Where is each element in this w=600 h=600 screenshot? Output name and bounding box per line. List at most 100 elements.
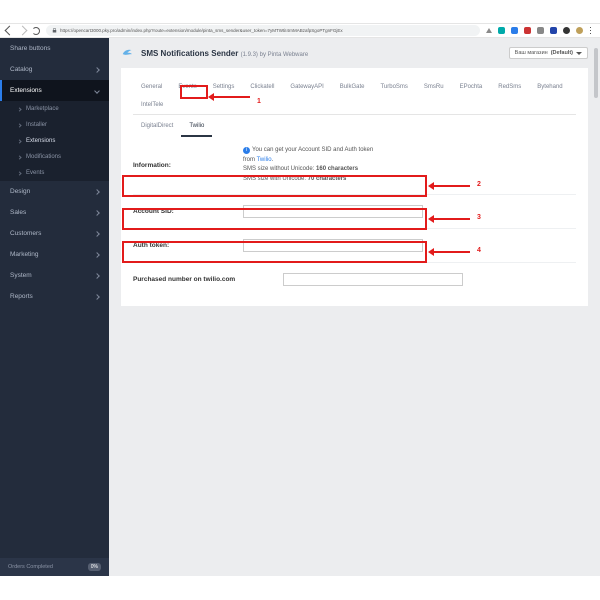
sidebar-item-label: Share buttons xyxy=(10,45,50,52)
information-value: iYou can get your Account SID and Auth t… xyxy=(243,146,576,184)
main-content: SMS Notifications Sender (1.9.3) by Pint… xyxy=(109,38,600,576)
sidebar-item-sales[interactable]: Sales xyxy=(0,202,109,223)
ext-icon-5[interactable] xyxy=(550,27,557,34)
kebab-menu-icon[interactable] xyxy=(589,26,592,35)
sub-label: Extensions xyxy=(26,138,55,144)
store-selector[interactable]: Ваш магазин (Default) xyxy=(509,47,588,59)
account-sid-input[interactable] xyxy=(243,205,423,218)
sidebar-item-customers[interactable]: Customers xyxy=(0,223,109,244)
info-line1c: . xyxy=(272,157,274,163)
chevron-right-icon xyxy=(17,171,21,175)
settings-card: General Events Settings Clickatell Gatew… xyxy=(121,68,588,306)
info-icon: i xyxy=(243,147,250,154)
tab-epochta[interactable]: EPochta xyxy=(452,78,491,96)
bookmark-star-icon[interactable] xyxy=(486,28,492,33)
forward-icon[interactable] xyxy=(18,26,28,36)
tab-redsms[interactable]: RedSms xyxy=(490,78,529,96)
title-text: SMS Notifications Sender xyxy=(141,49,238,58)
app-body: Share buttons Catalog Extensions Marketp… xyxy=(0,38,600,576)
tab-digitaldirect[interactable]: DigitalDirect xyxy=(133,117,181,136)
purchased-number-label: Purchased number on twilio.com xyxy=(133,276,283,283)
tabs-row-2: DigitalDirect Twilio xyxy=(133,117,576,136)
url-bar[interactable]: https://opencart3000.pky.pro/admin/index… xyxy=(46,25,480,36)
url-text: https://opencart3000.pky.pro/admin/index… xyxy=(60,28,343,33)
purchased-number-input[interactable] xyxy=(283,273,463,286)
tab-settings[interactable]: Settings xyxy=(205,78,243,96)
back-icon[interactable] xyxy=(5,26,15,36)
sidebar-item-label: Sales xyxy=(10,209,26,216)
sub-label: Marketplace xyxy=(26,106,59,112)
tab-turbosms[interactable]: TurboSms xyxy=(372,78,415,96)
chevron-right-icon xyxy=(94,273,100,279)
extension-icons xyxy=(486,26,600,35)
footer-label: Orders Completed xyxy=(8,564,53,570)
chevron-right-icon xyxy=(17,155,21,159)
tab-events[interactable]: Events xyxy=(170,78,204,96)
chevron-right-icon xyxy=(94,210,100,216)
row-account-sid: Account SID: xyxy=(133,195,576,229)
tab-inteltele[interactable]: IntelTele xyxy=(133,96,171,114)
sidebar-item-label: System xyxy=(10,272,32,279)
tab-smsru[interactable]: SmsRu xyxy=(416,78,452,96)
ext-icon-3[interactable] xyxy=(524,27,531,34)
tab-gatewayapi[interactable]: GatewayAPI xyxy=(282,78,331,96)
info-line1a: You can get your Account SID and Auth to… xyxy=(252,147,373,153)
page-header: SMS Notifications Sender (1.9.3) by Pint… xyxy=(121,46,588,60)
ext-icon-1[interactable] xyxy=(498,27,505,34)
page-title: SMS Notifications Sender (1.9.3) by Pint… xyxy=(141,49,308,58)
browser-chrome: https://opencart3000.pky.pro/admin/index… xyxy=(0,23,600,38)
subnav-marketplace[interactable]: Marketplace xyxy=(0,101,109,117)
ext-icon-6[interactable] xyxy=(563,27,570,34)
profile-avatar-icon[interactable] xyxy=(576,27,583,34)
vertical-scrollbar[interactable] xyxy=(594,48,598,98)
auth-token-input[interactable] xyxy=(243,239,423,252)
sub-label: Modifications xyxy=(26,154,61,160)
blank-region-bottom xyxy=(0,576,600,600)
chevron-down-icon xyxy=(94,88,100,94)
chevron-right-icon xyxy=(17,107,21,111)
lock-icon xyxy=(52,28,57,33)
sidebar-item-label: Reports xyxy=(10,293,33,300)
tab-bulkgate[interactable]: BulkGate xyxy=(332,78,373,96)
row-information: Information: iYou can get your Account S… xyxy=(133,136,576,195)
sidebar-item-extensions[interactable]: Extensions xyxy=(0,80,109,101)
tab-bytehand[interactable]: Bytehand xyxy=(529,78,570,96)
sub-label: Installer xyxy=(26,122,47,128)
tab-twilio[interactable]: Twilio xyxy=(181,117,212,137)
information-label: Information: xyxy=(133,162,243,169)
chevron-right-icon xyxy=(94,231,100,237)
chevron-right-icon xyxy=(94,294,100,300)
footer-badge: 0% xyxy=(88,563,101,571)
subnav-events[interactable]: Events xyxy=(0,165,109,181)
sidebar-item-share-buttons[interactable]: Share buttons xyxy=(0,38,109,59)
account-sid-label: Account SID: xyxy=(133,208,243,215)
tab-clickatell[interactable]: Clickatell xyxy=(242,78,282,96)
sidebar-item-label: Marketing xyxy=(10,251,39,258)
twilio-link[interactable]: Twilio xyxy=(257,157,272,163)
row-purchased-number: Purchased number on twilio.com xyxy=(133,263,576,296)
tabs-row-1: General Events Settings Clickatell Gatew… xyxy=(133,78,576,115)
info-line2b: 160 characters xyxy=(316,166,358,172)
sidebar-item-design[interactable]: Design xyxy=(0,181,109,202)
ext-icon-4[interactable] xyxy=(537,27,544,34)
sidebar-footer: Orders Completed 0% xyxy=(0,558,109,576)
reload-icon[interactable] xyxy=(32,27,40,35)
sidebar: Share buttons Catalog Extensions Marketp… xyxy=(0,38,109,576)
info-line3: SMS size with Unicode: xyxy=(243,176,308,182)
chevron-right-icon xyxy=(94,189,100,195)
sidebar-item-marketing[interactable]: Marketing xyxy=(0,244,109,265)
sidebar-subnav: Marketplace Installer Extensions Modific… xyxy=(0,101,109,181)
sidebar-item-catalog[interactable]: Catalog xyxy=(0,59,109,80)
chevron-right-icon xyxy=(94,252,100,258)
chevron-right-icon xyxy=(17,139,21,143)
sidebar-item-reports[interactable]: Reports xyxy=(0,286,109,307)
row-auth-token: Auth token: xyxy=(133,229,576,263)
ext-icon-2[interactable] xyxy=(511,27,518,34)
sidebar-item-label: Design xyxy=(10,188,30,195)
subnav-modifications[interactable]: Modifications xyxy=(0,149,109,165)
tab-general[interactable]: General xyxy=(133,78,170,96)
auth-token-label: Auth token: xyxy=(133,242,243,249)
subnav-installer[interactable]: Installer xyxy=(0,117,109,133)
subnav-extensions[interactable]: Extensions xyxy=(0,133,109,149)
sidebar-item-system[interactable]: System xyxy=(0,265,109,286)
